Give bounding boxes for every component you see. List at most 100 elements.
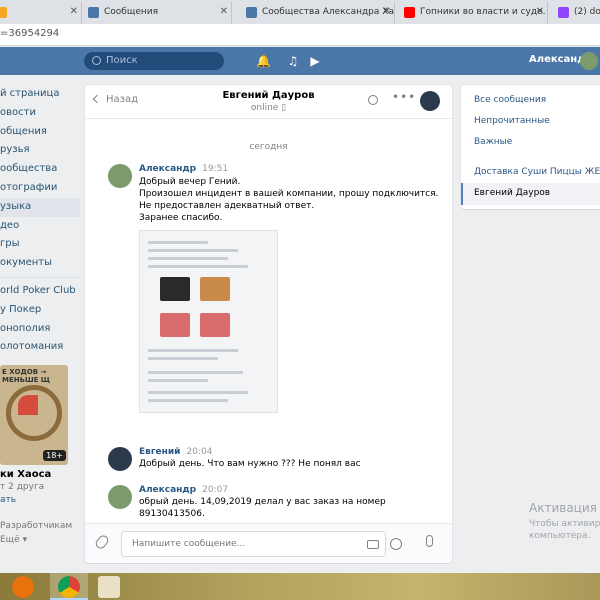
browser-tab-messages[interactable]: Сообщения ✕ xyxy=(82,2,232,24)
message-filters: Все сообщения Непрочитанные Важные Доста… xyxy=(461,85,600,209)
message-author[interactable]: Александр 19:51 xyxy=(139,164,228,174)
smile-icon[interactable] xyxy=(390,538,402,550)
game-art-segment xyxy=(18,395,38,415)
play-icon[interactable]: ▶ xyxy=(308,54,322,68)
message-input[interactable]: Напишите сообщение... xyxy=(121,531,402,557)
game-play-link[interactable]: ать xyxy=(0,495,16,505)
sidebar-item-friends[interactable]: рузья xyxy=(0,141,80,160)
taskbar-slot-active[interactable] xyxy=(50,573,88,600)
browser-tab[interactable]: ✕ xyxy=(0,2,82,24)
message-text: обрый день. 14,09,2019 делал у вас заказ… xyxy=(139,497,386,507)
camera-icon[interactable] xyxy=(367,540,379,549)
screenshot-photo xyxy=(200,313,230,337)
music-icon[interactable]: ♫ xyxy=(286,54,300,68)
browser-tab-bar: ✕ Сообщения ✕ Сообщества Александра Хайр… xyxy=(0,0,600,24)
message-text: Не предоставлен адекватный ответ. xyxy=(139,201,315,211)
message-time: 20:04 xyxy=(186,447,213,457)
footer-more-link[interactable]: Ещё ▾ xyxy=(0,535,27,545)
chat-panel: Назад Евгений Дауров online ▯ ••• сегодн… xyxy=(85,85,452,563)
sidebar-game-world-poker[interactable]: orld Poker Club xyxy=(0,282,80,301)
browser-tab-youtube[interactable]: Гопники во власти и суде. Как ✕ xyxy=(398,2,548,24)
filter-important[interactable]: Важные xyxy=(474,137,512,147)
sidebar-item-my-page[interactable]: й страница xyxy=(0,85,80,104)
tab-label: Сообщества Александра Хайр xyxy=(262,7,395,17)
sidebar-item-games[interactable]: гры xyxy=(0,235,80,254)
filter-all-messages[interactable]: Все сообщения xyxy=(474,95,546,105)
avatar[interactable] xyxy=(580,52,598,70)
sidebar-game-zolotomania[interactable]: олотомания xyxy=(0,338,80,357)
message-author-name: Александр xyxy=(139,485,197,495)
paperclip-icon[interactable] xyxy=(93,533,111,551)
avatar[interactable] xyxy=(108,485,132,509)
sidebar-item-communities[interactable]: ообщества xyxy=(0,160,80,179)
vk-favicon-icon xyxy=(246,7,257,18)
search-input[interactable]: Поиск xyxy=(84,52,224,70)
activation-watermark-text: компьютера. xyxy=(529,531,591,541)
more-icon[interactable]: ••• xyxy=(392,90,416,104)
paint-icon xyxy=(98,576,120,598)
bell-icon[interactable]: 🔔 xyxy=(256,54,271,68)
twitch-favicon-icon xyxy=(558,7,569,18)
screenshot-content xyxy=(148,399,228,402)
taskbar xyxy=(0,573,600,600)
game-name[interactable]: ки Хаоса xyxy=(0,469,51,480)
close-icon[interactable]: ✕ xyxy=(383,2,391,22)
message-text: Заранее спасибо. xyxy=(139,213,223,223)
youtube-favicon-icon xyxy=(404,7,415,18)
message-text: Произошел инцидент в вашей компании, про… xyxy=(139,189,439,199)
screenshot-content xyxy=(148,249,238,252)
screenshot-content xyxy=(148,379,208,382)
contact-status-label: online xyxy=(250,103,279,113)
tab-favicon-icon xyxy=(0,7,7,18)
contact-avatar[interactable] xyxy=(420,91,440,111)
filter-unread[interactable]: Непрочитанные xyxy=(474,116,550,126)
taskbar-slot[interactable] xyxy=(4,573,42,600)
browser-tab-twitch[interactable]: (2) dot xyxy=(552,2,600,24)
conversation-active[interactable]: Евгений Дауров xyxy=(461,183,600,205)
attached-screenshot[interactable] xyxy=(139,230,278,413)
sidebar-item-photos[interactable]: отографии xyxy=(0,179,80,198)
search-placeholder: Поиск xyxy=(106,55,138,66)
screenshot-photo xyxy=(160,313,190,337)
browser-tab-communities[interactable]: Сообщества Александра Хайр ✕ xyxy=(240,2,395,24)
screenshot-content xyxy=(148,357,218,360)
screenshot-photo xyxy=(160,277,190,301)
search-icon[interactable] xyxy=(368,95,378,105)
sidebar-item-news[interactable]: овости xyxy=(0,104,80,123)
sidebar-game-monopoly[interactable]: онополия xyxy=(0,320,80,339)
search-icon xyxy=(92,56,101,65)
screenshot-photo xyxy=(200,277,230,301)
message-author[interactable]: Александр 20:07 xyxy=(139,485,228,495)
chrome-icon xyxy=(58,576,80,598)
tab-label: (2) dot xyxy=(574,7,600,17)
message-time: 20:07 xyxy=(202,485,229,495)
avatar[interactable] xyxy=(108,447,132,471)
close-icon[interactable]: ✕ xyxy=(220,2,228,22)
footer-more-label: Ещё xyxy=(0,535,20,545)
sidebar-item-music[interactable]: узыка xyxy=(0,197,80,217)
message-input-placeholder: Напишите сообщение... xyxy=(132,539,246,549)
sidebar-game-poker[interactable]: у Покер xyxy=(0,301,80,320)
close-icon[interactable]: ✕ xyxy=(536,2,544,22)
day-separator: сегодня xyxy=(249,142,288,152)
sidebar-item-video[interactable]: део xyxy=(0,217,80,236)
game-banner[interactable]: Е ХОДОВ → МЕНЬШЕ Щ 18+ xyxy=(0,365,68,465)
avatar[interactable] xyxy=(108,164,132,188)
divider xyxy=(0,276,80,278)
conversation-active-label: Евгений Дауров xyxy=(474,188,551,198)
close-icon[interactable]: ✕ xyxy=(70,2,78,22)
left-sidebar: й страница овости общения рузья ообществ… xyxy=(0,85,80,357)
game-banner-title: Е ХОДОВ → МЕНЬШЕ Щ xyxy=(2,368,51,384)
taskbar-slot[interactable] xyxy=(90,573,128,600)
screenshot-content xyxy=(148,371,243,374)
sidebar-item-documents[interactable]: окументы xyxy=(0,254,80,273)
message-author[interactable]: Евгений 20:04 xyxy=(139,447,212,457)
sidebar-item-messages[interactable]: общения xyxy=(0,123,80,142)
footer-developers-link[interactable]: Разработчикам xyxy=(0,521,72,531)
screenshot-content xyxy=(148,265,248,268)
microphone-icon[interactable] xyxy=(426,535,433,547)
tab-label: Гопники во власти и суде. Как xyxy=(420,7,547,17)
conversation-sushi-delivery[interactable]: Доставка Суши Пиццы ЖЕ... xyxy=(474,167,600,177)
address-bar[interactable]: =36954294 xyxy=(0,24,600,46)
screenshot-content xyxy=(148,257,228,260)
